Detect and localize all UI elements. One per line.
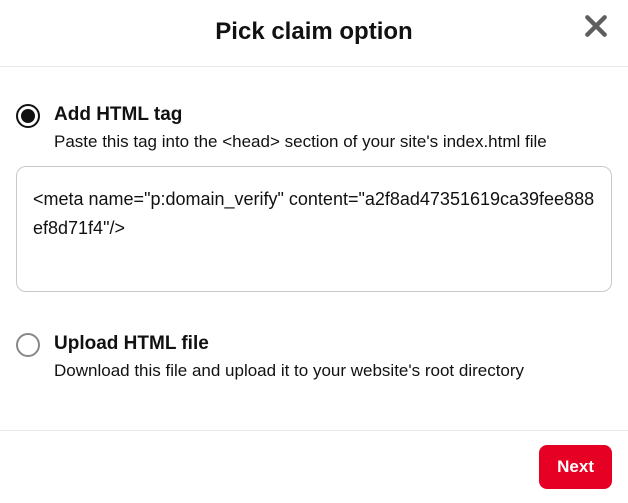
option-description: Download this file and upload it to your… — [54, 359, 612, 384]
radio-add-html-tag[interactable] — [16, 104, 40, 128]
option-body: Upload HTML file Download this file and … — [54, 332, 612, 383]
option-description: Paste this tag into the <head> section o… — [54, 130, 612, 155]
close-button[interactable] — [578, 8, 614, 44]
close-icon — [583, 13, 609, 39]
option-title: Add HTML tag — [54, 103, 612, 128]
dialog-title: Pick claim option — [215, 18, 412, 46]
dialog-header: Pick claim option — [0, 0, 628, 67]
option-title: Upload HTML file — [54, 332, 612, 357]
radio-upload-html-file[interactable] — [16, 333, 40, 357]
dialog-footer: Next — [0, 430, 628, 503]
option-body: Add HTML tag Paste this tag into the <he… — [54, 103, 612, 154]
dialog-content: Add HTML tag Paste this tag into the <he… — [0, 67, 628, 154]
meta-tag-code-box[interactable]: <meta name="p:domain_verify" content="a2… — [16, 166, 612, 292]
option-add-html-tag[interactable]: Add HTML tag Paste this tag into the <he… — [16, 103, 612, 154]
option-upload-html-file[interactable]: Upload HTML file Download this file and … — [0, 332, 628, 383]
next-button[interactable]: Next — [539, 445, 612, 489]
